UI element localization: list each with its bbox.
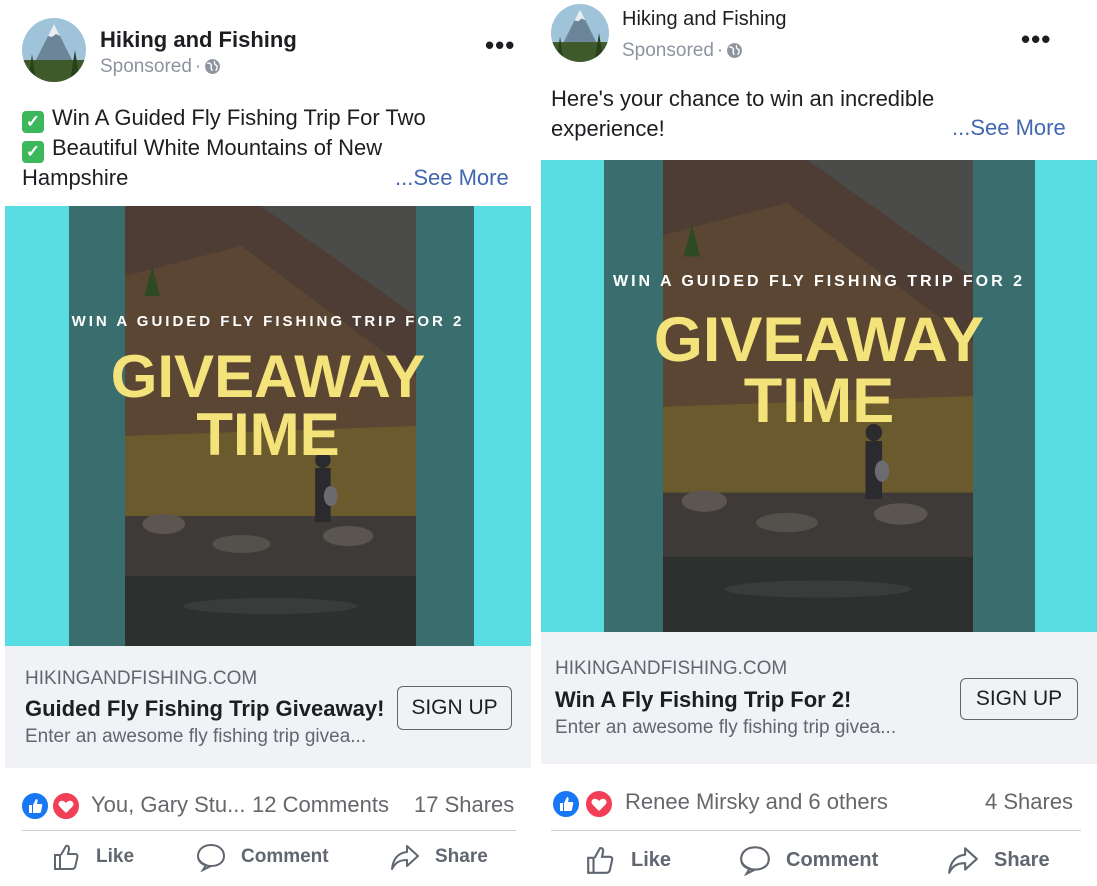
share-arrow-icon	[391, 845, 419, 870]
engagement-stats: Renee Mirsky and 6 others 4 Shares	[541, 783, 1097, 823]
like-button[interactable]: Like	[585, 844, 671, 876]
love-reaction-icon	[51, 791, 81, 821]
sponsored-text[interactable]: Sponsored	[100, 56, 192, 77]
page-name[interactable]: Hiking and Fishing	[100, 27, 297, 53]
caption-line-1: ✓ Win A Guided Fly Fishing Trip For Two	[22, 103, 522, 133]
comment-button[interactable]: Comment	[738, 844, 878, 876]
ad-creative-image[interactable]: WIN A GUIDED FLY FISHING TRIP FOR 2 GIVE…	[5, 206, 531, 646]
creative-small-headline: WIN A GUIDED FLY FISHING TRIP FOR 2	[71, 313, 465, 330]
post-header: Hiking and Fishing Sponsored · •••	[541, 0, 1097, 95]
shares-count[interactable]: 17 Shares	[414, 792, 514, 818]
actions-divider	[551, 830, 1081, 831]
separator-dot: ·	[716, 40, 724, 61]
page-avatar[interactable]	[22, 18, 86, 82]
link-domain: HIKINGANDFISHING.COM	[25, 668, 258, 689]
like-button[interactable]: Like	[52, 842, 134, 872]
thumbs-up-icon	[587, 847, 614, 874]
comments-count[interactable]: 12 Comments	[252, 792, 389, 818]
creative-big-headline: GIVEAWAY TIME	[110, 343, 426, 469]
like-reaction-icon	[20, 791, 50, 821]
separator-dot: ·	[194, 56, 202, 77]
link-preview[interactable]: HIKINGANDFISHING.COM Win A Fly Fishing T…	[541, 632, 1097, 764]
link-domain: HIKINGANDFISHING.COM	[555, 658, 788, 679]
engagement-stats: You, Gary Stu... 12 Comments 17 Shares	[5, 785, 531, 825]
reactions-count[interactable]: Renee Mirsky and 6 others	[625, 789, 888, 815]
link-title[interactable]: Win A Fly Fishing Trip For 2!	[555, 687, 851, 713]
link-preview[interactable]: HIKINGANDFISHING.COM Guided Fly Fishing …	[5, 646, 531, 768]
sponsored-label: Sponsored ·	[100, 56, 221, 78]
share-button[interactable]: Share	[946, 844, 1050, 876]
share-arrow-icon	[948, 847, 978, 874]
comment-bubble-icon	[740, 846, 770, 876]
shares-count[interactable]: 4 Shares	[985, 789, 1073, 815]
sponsored-text[interactable]: Sponsored	[622, 40, 714, 61]
post-header: Hiking and Fishing Sponsored · •••	[5, 0, 531, 95]
comment-button[interactable]: Comment	[195, 842, 329, 872]
page-name[interactable]: Hiking and Fishing	[622, 8, 787, 31]
ad-post-right: Hiking and Fishing Sponsored · ••• Here's…	[541, 0, 1097, 886]
comment-bubble-icon	[196, 844, 226, 872]
caption-line-1: Here's your chance to win an incredible	[551, 86, 935, 111]
sign-up-button[interactable]: SIGN UP	[397, 686, 512, 730]
more-options-icon[interactable]: •••	[485, 30, 515, 61]
page-avatar[interactable]	[551, 4, 609, 62]
actions-divider	[22, 830, 516, 831]
ad-post-left: Hiking and Fishing Sponsored · ••• ✓ Win A…	[5, 0, 531, 886]
globe-icon	[205, 59, 221, 74]
globe-icon	[727, 43, 743, 58]
share-button[interactable]: Share	[389, 842, 488, 872]
link-description: Enter an awesome fly fishing trip givea.…	[555, 717, 897, 738]
like-reaction-icon	[551, 789, 581, 819]
creative-big-headline: GIVEAWAY TIME	[653, 305, 985, 437]
creative-small-headline: WIN A GUIDED FLY FISHING TRIP FOR 2	[613, 273, 1025, 290]
thumbs-up-icon	[54, 844, 79, 870]
more-options-icon[interactable]: •••	[1021, 24, 1051, 55]
sign-up-button[interactable]: SIGN UP	[960, 678, 1078, 720]
reactions-count[interactable]: You, Gary Stu...	[91, 792, 246, 818]
see-more-link[interactable]: ...See More	[395, 165, 509, 191]
caption-line-2: ✓ Beautiful White Mountains of New	[22, 133, 522, 163]
checkmark-icon: ✓	[22, 111, 44, 133]
link-description: Enter an awesome fly fishing trip givea.…	[25, 726, 367, 747]
ad-creative-image[interactable]: WIN A GUIDED FLY FISHING TRIP FOR 2 GIVE…	[541, 160, 1097, 632]
checkmark-icon: ✓	[22, 141, 44, 163]
see-more-link[interactable]: ...See More	[952, 115, 1066, 141]
sponsored-label: Sponsored ·	[622, 40, 743, 62]
love-reaction-icon	[584, 789, 614, 819]
link-title[interactable]: Guided Fly Fishing Trip Giveaway!	[25, 696, 384, 722]
